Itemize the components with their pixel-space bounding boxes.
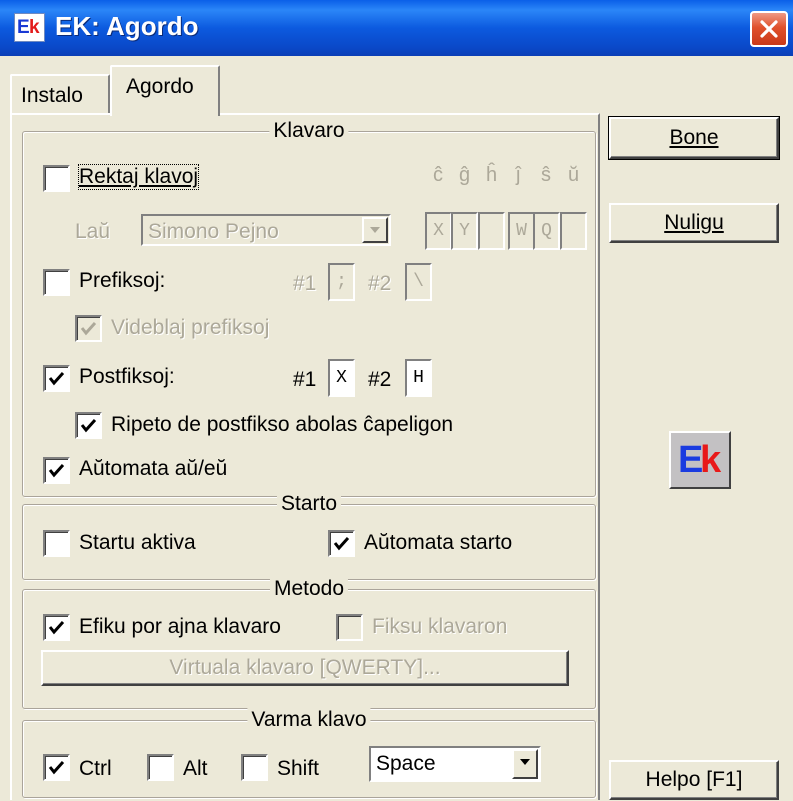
hat-key-u bbox=[560, 212, 587, 250]
bone-button[interactable]: Bone bbox=[608, 116, 780, 160]
prefikso-1-field: ; bbox=[328, 263, 355, 301]
hotkey-select-arrow[interactable] bbox=[512, 749, 538, 779]
hat-key-g: Y bbox=[451, 212, 478, 250]
bone-button-label: Bone bbox=[669, 126, 719, 149]
tab-panel-agordo: Klavaro Rektaj klavoj ĉ ĝ ĥ ĵ ŝ ŭ Laŭ Si… bbox=[10, 113, 600, 800]
check-icon bbox=[80, 321, 97, 336]
alt-label[interactable]: Alt bbox=[183, 757, 208, 781]
startu-checkbox[interactable] bbox=[43, 530, 70, 557]
prefiksoj-checkbox[interactable] bbox=[43, 269, 70, 296]
check-icon bbox=[80, 418, 97, 433]
tab-instalo-label: Instalo bbox=[21, 84, 83, 107]
rektaj-checkbox[interactable] bbox=[43, 165, 70, 192]
lau-label: Laŭ bbox=[75, 220, 111, 243]
postfikso-2-label: #2 bbox=[368, 368, 392, 391]
tab-agordo-label: Agordo bbox=[126, 75, 194, 98]
close-button[interactable] bbox=[750, 11, 788, 47]
layout-select-arrow[interactable] bbox=[362, 217, 388, 243]
efiku-checkbox[interactable] bbox=[43, 614, 70, 641]
tab-instalo[interactable]: Instalo bbox=[10, 74, 110, 114]
postfiksoj-label[interactable]: Postfiksoj: bbox=[79, 365, 175, 389]
check-icon bbox=[48, 371, 65, 386]
tab-agordo[interactable]: Agordo bbox=[110, 65, 220, 116]
ctrl-checkbox[interactable] bbox=[43, 754, 70, 781]
app-logo-icon: E k bbox=[14, 13, 45, 42]
group-metodo-legend: Metodo bbox=[269, 577, 349, 601]
prefiksoj-label[interactable]: Prefiksoj: bbox=[79, 269, 165, 293]
helpo-button[interactable]: Helpo [F1] bbox=[609, 760, 779, 800]
dialog-window: E k EK: Agordo Instalo Agordo Klavaro Re… bbox=[0, 0, 793, 801]
helpo-button-label: Helpo [F1] bbox=[645, 768, 743, 791]
chevron-down-icon bbox=[370, 227, 380, 233]
shift-label[interactable]: Shift bbox=[277, 757, 319, 781]
startu-label[interactable]: Startu aktiva bbox=[79, 531, 196, 555]
prefikso-2-field: \ bbox=[405, 263, 432, 301]
check-icon bbox=[48, 620, 65, 635]
layout-select-value: Simono Pejno bbox=[148, 220, 279, 243]
automata-starto-checkbox[interactable] bbox=[328, 530, 355, 557]
hat-j: ĵ bbox=[516, 164, 521, 186]
hat-s: ŝ bbox=[541, 164, 551, 186]
app-logo-k: k bbox=[29, 17, 40, 38]
rektaj-label[interactable]: Rektaj klavoj bbox=[77, 164, 200, 190]
layout-select[interactable]: Simono Pejno bbox=[141, 214, 391, 246]
efiku-label[interactable]: Efiku por ajna klavaro bbox=[79, 615, 281, 639]
videblaj-checkbox bbox=[75, 315, 102, 342]
group-klavaro-legend: Klavaro bbox=[269, 119, 349, 143]
hat-g: ĝ bbox=[459, 164, 471, 186]
fiksu-label: Fiksu klavaron bbox=[372, 615, 508, 638]
postfikso-2-field[interactable]: H bbox=[405, 359, 432, 397]
hat-u: ŭ bbox=[568, 164, 580, 186]
fiksu-checkbox bbox=[336, 614, 363, 641]
title-bar[interactable]: E k EK: Agordo bbox=[0, 0, 793, 56]
ripeto-label[interactable]: Ripeto de postfikso abolas ĉapeligon bbox=[111, 413, 453, 437]
ek-logo-button[interactable]: E k bbox=[669, 431, 731, 489]
hat-key-s: Q bbox=[533, 212, 560, 250]
videblaj-label: Videblaj prefiksoj bbox=[111, 316, 270, 339]
postfiksoj-checkbox[interactable] bbox=[43, 365, 70, 392]
chevron-down-icon bbox=[520, 759, 530, 765]
ripeto-checkbox[interactable] bbox=[75, 412, 102, 439]
check-icon bbox=[333, 536, 350, 551]
automata-starto-label[interactable]: Aŭtomata starto bbox=[364, 531, 512, 555]
hat-h: ĥ bbox=[486, 164, 498, 186]
app-logo-e: E bbox=[17, 17, 30, 38]
nuligu-button-label: Nuligu bbox=[664, 211, 724, 234]
postfikso-1-field[interactable]: X bbox=[328, 359, 355, 397]
hat-key-h bbox=[478, 212, 505, 250]
group-varma-legend: Varma klavo bbox=[247, 708, 371, 732]
nuligu-button[interactable]: Nuligu bbox=[609, 203, 779, 243]
hotkey-select[interactable]: Space bbox=[369, 746, 541, 782]
virtuala-klavaro-button: Virtuala klavaro [QWERTY]... bbox=[41, 650, 569, 686]
group-klavaro: Klavaro Rektaj klavoj ĉ ĝ ĥ ĵ ŝ ŭ Laŭ Si… bbox=[22, 119, 596, 497]
ctrl-label[interactable]: Ctrl bbox=[79, 757, 112, 781]
ek-logo-k: k bbox=[700, 439, 722, 481]
group-varma-klavo: Varma klavo Ctrl Alt Shift Space bbox=[22, 708, 596, 798]
prefikso-1-label: #1 bbox=[293, 272, 317, 295]
shift-checkbox[interactable] bbox=[241, 754, 268, 781]
close-icon bbox=[760, 20, 778, 38]
check-icon bbox=[48, 463, 65, 478]
group-metodo: Metodo Efiku por ajna klavaro Fiksu klav… bbox=[22, 577, 596, 709]
automata-au-label[interactable]: Aŭtomata aŭ/eŭ bbox=[79, 457, 227, 481]
group-starto-legend: Starto bbox=[276, 492, 342, 516]
hotkey-select-value: Space bbox=[376, 752, 436, 775]
hat-key-c: X bbox=[425, 212, 452, 250]
alt-checkbox[interactable] bbox=[147, 754, 174, 781]
automata-au-checkbox[interactable] bbox=[43, 457, 70, 484]
postfikso-1-label: #1 bbox=[293, 368, 317, 391]
hat-c: ĉ bbox=[433, 164, 443, 186]
prefikso-2-label: #2 bbox=[368, 272, 392, 295]
window-title: EK: Agordo bbox=[55, 11, 199, 41]
hat-key-j: W bbox=[508, 212, 535, 250]
check-icon bbox=[48, 760, 65, 775]
group-starto: Starto Startu aktiva Aŭtomata starto bbox=[22, 492, 596, 580]
